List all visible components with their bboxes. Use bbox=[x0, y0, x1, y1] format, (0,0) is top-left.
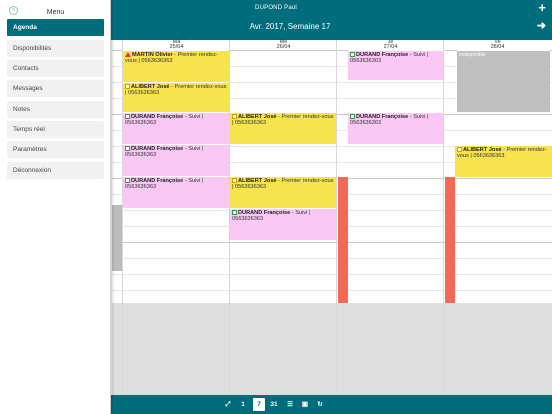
unavailable-label: Indisponible bbox=[459, 52, 486, 58]
appointment[interactable]: ALIBERT José - Premier rendez-vous | 056… bbox=[230, 176, 336, 208]
appointment-contact: DURAND Françoise bbox=[131, 146, 184, 152]
day-separator bbox=[336, 40, 337, 395]
appointment-contact: ALIBERT José bbox=[238, 114, 277, 120]
next-week-arrow-icon[interactable]: ➜ bbox=[537, 20, 546, 32]
note-icon bbox=[125, 84, 130, 89]
appointment-contact: DURAND Françoise bbox=[131, 178, 184, 184]
appointment[interactable]: DURAND Françoise - Suivi | 0563636363 bbox=[348, 50, 443, 80]
close-icon[interactable]: × bbox=[9, 6, 18, 15]
note-icon bbox=[457, 147, 462, 152]
scroll-handle[interactable] bbox=[112, 205, 122, 271]
day-header-tuesday[interactable]: Ma 25/04 bbox=[123, 39, 230, 50]
add-appointment-button[interactable]: + bbox=[538, 1, 546, 15]
time-slot-row[interactable] bbox=[112, 274, 552, 290]
appointment[interactable]: DURAND Françoise - Suivi | 0563636363 bbox=[123, 176, 229, 208]
confirmed-icon bbox=[350, 114, 355, 119]
week-title: Avr. 2017, Semaine 17 bbox=[249, 22, 331, 31]
menu-item-parametres[interactable]: Paramètres bbox=[7, 141, 104, 158]
appointment[interactable]: DURAND Françoise - Suivi | 0563636363 bbox=[348, 112, 443, 144]
time-slot-row[interactable] bbox=[112, 242, 552, 258]
appointment-contact: ALIBERT José bbox=[463, 147, 502, 153]
day-header-thursday[interactable]: Je 27/04 bbox=[337, 39, 444, 50]
appointment[interactable]: DURAND Françoise - Suivi | 0563636363 bbox=[123, 112, 229, 144]
appointment[interactable]: DURAND Françoise - Suivi | 0563636363 bbox=[230, 208, 336, 240]
note-icon bbox=[232, 114, 237, 119]
unavailable-red-block bbox=[445, 177, 455, 303]
appointment-contact: ALIBERT José bbox=[238, 178, 277, 184]
menu-item-messages[interactable]: Messages bbox=[7, 80, 104, 97]
menu-item-disponibilites[interactable]: Disponibilités bbox=[7, 40, 104, 57]
menu-item-deconnexion[interactable]: Déconnexion bbox=[7, 162, 104, 179]
appointment-contact: MARTIN Olivier bbox=[132, 52, 173, 58]
appointment[interactable]: DURAND Françoise - Suivi | 0563636363 bbox=[123, 144, 229, 176]
appointment-contact: DURAND Françoise bbox=[356, 114, 409, 120]
view-day-button[interactable]: 1 bbox=[237, 398, 249, 411]
print-icon[interactable]: ▣ bbox=[299, 398, 311, 411]
confirmed-icon bbox=[125, 146, 130, 151]
confirmed-icon bbox=[125, 178, 130, 183]
refresh-icon[interactable]: ↻ bbox=[314, 398, 326, 411]
appointment[interactable]: MARTIN Olivier - Premier rendez-vous | 0… bbox=[123, 50, 229, 82]
warning-icon bbox=[125, 52, 131, 57]
side-menu: Menu × Agenda Disponibilités Contacts Me… bbox=[0, 0, 111, 414]
unavailable-red-block bbox=[338, 177, 348, 303]
menu-item-contacts[interactable]: Contacts bbox=[7, 60, 104, 77]
unavailable-slot[interactable]: Indisponible bbox=[457, 50, 550, 112]
appointment-contact: DURAND Françoise bbox=[356, 52, 409, 58]
appointment-contact: ALIBERT José bbox=[131, 84, 170, 90]
view-month-button[interactable]: 31 bbox=[268, 398, 280, 411]
menu-item-agenda[interactable]: Agenda bbox=[7, 19, 104, 36]
confirmed-icon bbox=[350, 52, 355, 57]
app: DUPOND Paul Avr. 2017, Semaine 17 + ➜ Ma… bbox=[0, 0, 552, 414]
confirmed-icon bbox=[125, 114, 130, 119]
appointment[interactable]: ALIBERT José - Premier rendez-vous | 056… bbox=[123, 82, 229, 112]
confirmed-icon bbox=[232, 210, 237, 215]
menu-item-temps-reel[interactable]: Temps réel bbox=[7, 121, 104, 138]
expand-icon[interactable]: ⤢ bbox=[222, 398, 234, 411]
appointment-contact: DURAND Françoise bbox=[238, 210, 291, 216]
day-header-friday[interactable]: Ve 28/04 bbox=[444, 39, 551, 50]
closed-hours-area bbox=[112, 303, 552, 395]
day-header-wednesday[interactable]: Me 26/04 bbox=[230, 39, 337, 50]
appointment-contact: DURAND Françoise bbox=[131, 114, 184, 120]
list-icon[interactable]: ☰ bbox=[284, 398, 296, 411]
view-week-button[interactable]: 7 bbox=[253, 398, 265, 411]
menu-item-notes[interactable]: Notes bbox=[7, 101, 104, 118]
appointment[interactable]: ALIBERT José - Premier rendez-vous | 056… bbox=[455, 145, 552, 177]
note-icon bbox=[232, 178, 237, 183]
day-separator bbox=[443, 40, 444, 395]
time-slot-row[interactable] bbox=[112, 258, 552, 274]
appointment[interactable]: ALIBERT José - Premier rendez-vous | 056… bbox=[230, 112, 336, 144]
